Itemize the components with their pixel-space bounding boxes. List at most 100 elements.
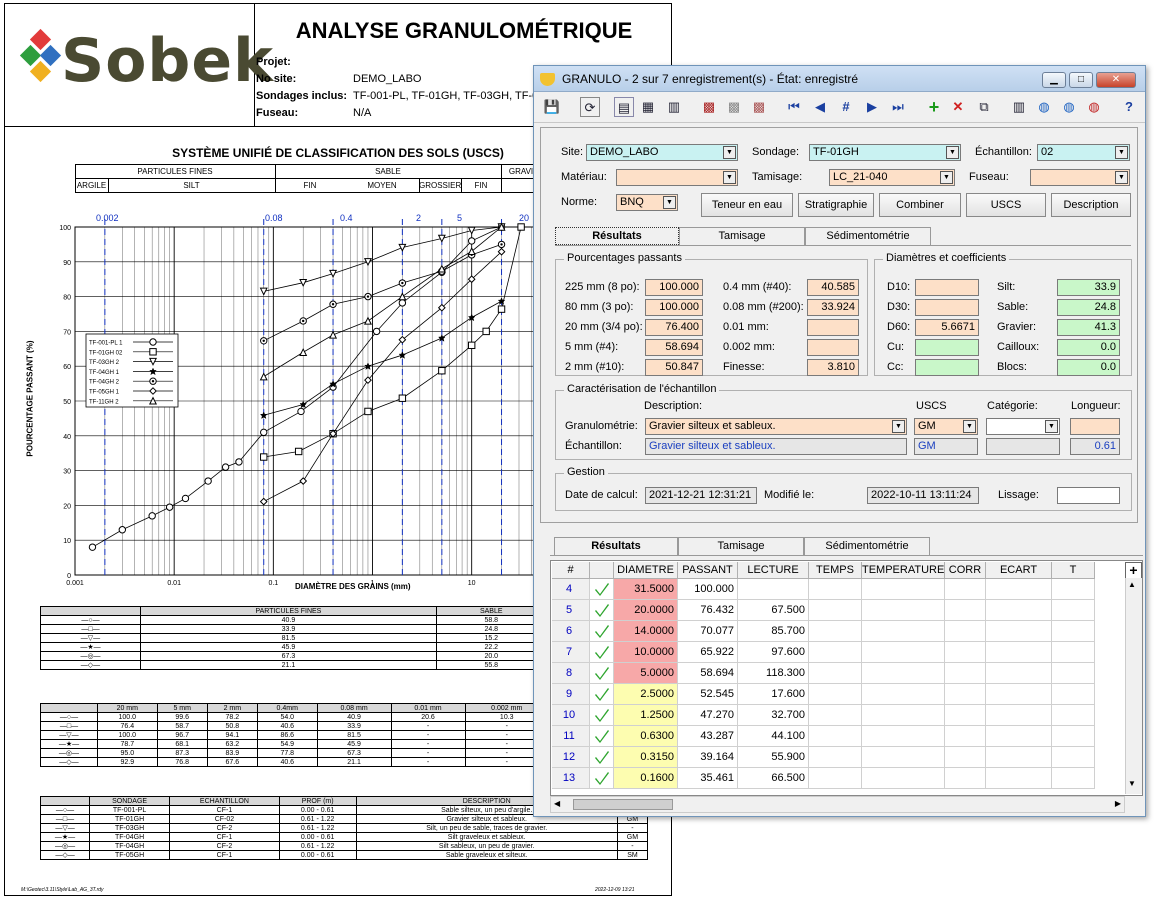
previous-record-icon[interactable]: ◀ — [810, 97, 830, 117]
row-status-cell[interactable] — [590, 579, 614, 600]
empty-cell[interactable] — [809, 642, 862, 663]
refresh-icon[interactable]: ⟳ — [580, 97, 600, 117]
grid-header-cell[interactable]: # — [552, 562, 590, 579]
empty-cell[interactable] — [986, 705, 1052, 726]
tab-resultats-lower[interactable]: Résultats — [554, 537, 678, 555]
empty-cell[interactable] — [986, 684, 1052, 705]
empty-cell[interactable] — [1052, 726, 1095, 747]
scroll-left-icon[interactable]: ◀ — [554, 799, 560, 808]
pourc-value[interactable]: 100.000 — [645, 279, 703, 296]
lecture-cell[interactable]: 66.500 — [738, 768, 809, 789]
lecture-cell[interactable]: 67.500 — [738, 600, 809, 621]
granulometrie-longueur-input[interactable] — [1070, 418, 1120, 435]
stack-icon[interactable]: ◍ — [1059, 97, 1079, 117]
diametre-cell[interactable]: 2.5000 — [614, 684, 678, 705]
add-record-icon[interactable]: + — [924, 97, 944, 117]
materiau-select[interactable]: ▼ — [616, 169, 738, 186]
row-status-cell[interactable] — [590, 684, 614, 705]
row-status-cell[interactable] — [590, 621, 614, 642]
grid-row[interactable]: 13 0.1600 35.461 66.500 — [551, 768, 1125, 789]
passant-cell[interactable]: 65.922 — [678, 642, 738, 663]
passant-cell[interactable]: 76.432 — [678, 600, 738, 621]
coef-value[interactable]: 33.9 — [1057, 279, 1120, 296]
pourc-value[interactable]: 76.400 — [645, 319, 703, 336]
database-settings-icon[interactable]: ▩ — [724, 97, 744, 117]
grid-view-icon[interactable]: ▦ — [638, 97, 658, 117]
passant-cell[interactable]: 35.461 — [678, 768, 738, 789]
row-status-cell[interactable] — [590, 705, 614, 726]
row-number[interactable]: 13 — [552, 768, 590, 789]
passant-cell[interactable]: 52.545 — [678, 684, 738, 705]
window-titlebar[interactable]: GRANULO - 2 sur 7 enregistrement(s) - Ét… — [534, 66, 1145, 92]
diam-value[interactable] — [915, 279, 979, 296]
row-number[interactable]: 9 — [552, 684, 590, 705]
empty-cell[interactable] — [862, 642, 945, 663]
row-number[interactable]: 10 — [552, 705, 590, 726]
database-delete-icon[interactable]: ▩ — [749, 97, 769, 117]
empty-cell[interactable] — [862, 663, 945, 684]
coef-value[interactable]: 0.0 — [1057, 359, 1120, 376]
coef-value[interactable]: 0.0 — [1057, 339, 1120, 356]
tab-sedimentometrie-lower[interactable]: Sédimentométrie — [804, 537, 930, 555]
granulometrie-uscs-select[interactable]: GM ▼ — [914, 418, 978, 435]
diam-value[interactable]: 5.6671 — [915, 319, 979, 336]
empty-cell[interactable] — [986, 663, 1052, 684]
grid-row[interactable]: 5 20.0000 76.432 67.500 — [551, 600, 1125, 621]
empty-cell[interactable] — [945, 642, 986, 663]
passant-cell[interactable]: 43.287 — [678, 726, 738, 747]
detail-view-icon[interactable]: ▥ — [664, 97, 684, 117]
pourc-value[interactable] — [807, 339, 859, 356]
grid-header-cell[interactable]: CORR — [945, 562, 986, 579]
norme-select[interactable]: BNQ ▼ — [616, 194, 678, 211]
lecture-cell[interactable]: 85.700 — [738, 621, 809, 642]
echantillon-select[interactable]: 02 ▼ — [1037, 144, 1130, 161]
empty-cell[interactable] — [809, 705, 862, 726]
diametre-cell[interactable]: 0.1600 — [614, 768, 678, 789]
next-record-icon[interactable]: ▶ — [862, 97, 882, 117]
row-status-cell[interactable] — [590, 726, 614, 747]
grid-row[interactable]: 9 2.5000 52.545 17.600 — [551, 684, 1125, 705]
empty-cell[interactable] — [1052, 663, 1095, 684]
diametre-cell[interactable]: 20.0000 — [614, 600, 678, 621]
lecture-cell[interactable]: 17.600 — [738, 684, 809, 705]
vertical-scrollbar[interactable]: ▲ ▼ — [1125, 578, 1142, 794]
close-button[interactable]: ✕ — [1096, 72, 1136, 88]
empty-cell[interactable] — [945, 579, 986, 600]
grid-header-cell[interactable]: LECTURE — [738, 562, 809, 579]
pourc-value[interactable]: 100.000 — [645, 299, 703, 316]
diam-value[interactable] — [915, 359, 979, 376]
diametre-cell[interactable]: 14.0000 — [614, 621, 678, 642]
grid-row[interactable]: 4 31.5000 100.000 — [551, 579, 1125, 600]
grid-row[interactable]: 11 0.6300 43.287 44.100 — [551, 726, 1125, 747]
lecture-cell[interactable]: 97.600 — [738, 642, 809, 663]
print-icon[interactable]: ◍ — [1084, 97, 1104, 117]
grid-header-cell[interactable] — [590, 562, 614, 579]
tab-tamisage[interactable]: Tamisage — [679, 227, 805, 245]
empty-cell[interactable] — [809, 747, 862, 768]
passant-cell[interactable]: 70.077 — [678, 621, 738, 642]
form-view-icon[interactable]: ▤ — [614, 97, 634, 117]
delete-record-icon[interactable]: ✕ — [948, 97, 968, 117]
empty-cell[interactable] — [809, 726, 862, 747]
pourc-value[interactable]: 40.585 — [807, 279, 859, 296]
passant-cell[interactable]: 47.270 — [678, 705, 738, 726]
diametre-cell[interactable]: 0.6300 — [614, 726, 678, 747]
empty-cell[interactable] — [945, 747, 986, 768]
row-number[interactable]: 12 — [552, 747, 590, 768]
diam-value[interactable] — [915, 299, 979, 316]
row-number[interactable]: 4 — [552, 579, 590, 600]
lecture-cell[interactable]: 55.900 — [738, 747, 809, 768]
grid-row[interactable]: 10 1.2500 47.270 32.700 — [551, 705, 1125, 726]
empty-cell[interactable] — [1052, 600, 1095, 621]
sondage-select[interactable]: TF-01GH ▼ — [809, 144, 961, 161]
goto-record-icon[interactable]: # — [836, 97, 856, 117]
scroll-up-icon[interactable]: ▲ — [1128, 580, 1136, 589]
empty-cell[interactable] — [986, 726, 1052, 747]
grid-row[interactable]: 6 14.0000 70.077 85.700 — [551, 621, 1125, 642]
row-status-cell[interactable] — [590, 768, 614, 789]
lecture-cell[interactable] — [738, 579, 809, 600]
scroll-down-icon[interactable]: ▼ — [1128, 779, 1136, 788]
empty-cell[interactable] — [1052, 747, 1095, 768]
empty-cell[interactable] — [862, 747, 945, 768]
tab-tamisage-lower[interactable]: Tamisage — [678, 537, 804, 555]
